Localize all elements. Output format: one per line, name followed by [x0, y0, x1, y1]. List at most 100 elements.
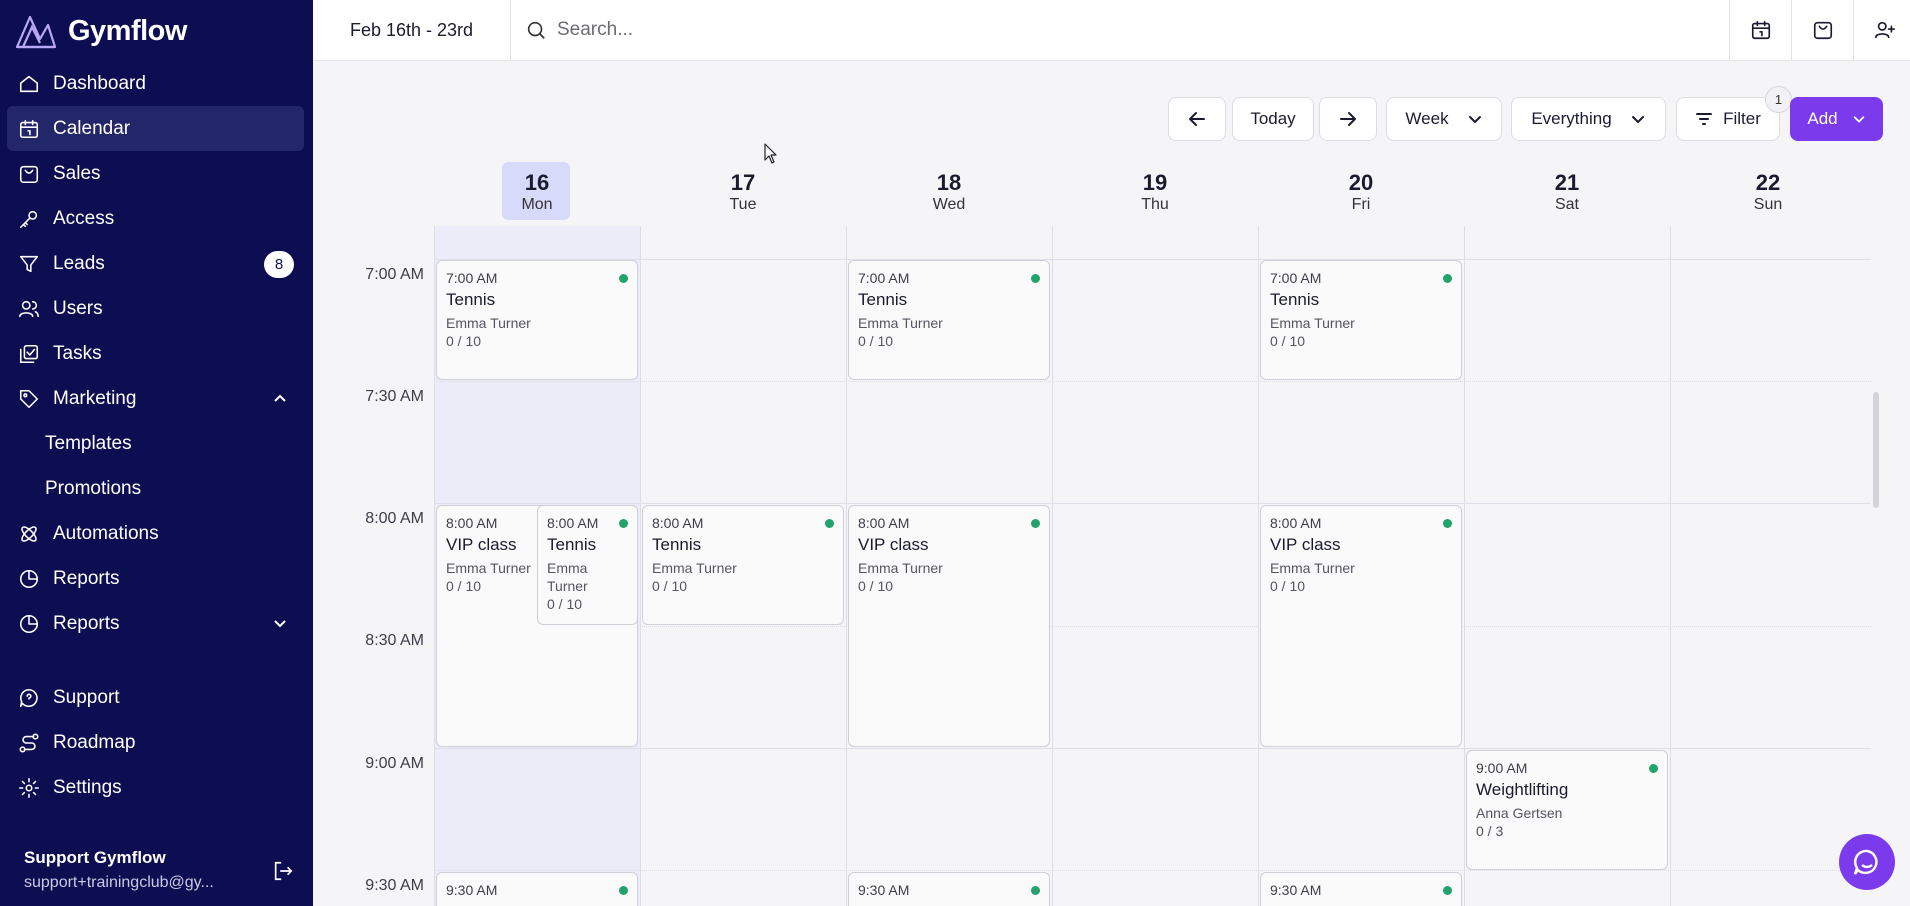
- sidebar-item-support[interactable]: Support: [7, 675, 304, 720]
- chevron-down-icon: [1631, 116, 1644, 123]
- day-name: Fri: [1351, 196, 1371, 213]
- top-calendar-button[interactable]: [1729, 0, 1791, 60]
- event-card[interactable]: 9:00 AM Weightlifting Anna Gertsen 0 / 3: [1466, 750, 1668, 870]
- search-input[interactable]: [557, 19, 1457, 41]
- sidebar-item-promotions[interactable]: Promotions: [7, 466, 304, 511]
- sidebar-item-settings[interactable]: Settings: [7, 765, 304, 810]
- day-header-mon[interactable]: 16 Mon: [434, 160, 640, 220]
- scope-select[interactable]: Everything: [1511, 97, 1666, 141]
- event-card[interactable]: 9:30 AM: [848, 872, 1050, 906]
- event-capacity: 0 / 10: [858, 578, 894, 595]
- event-time: 8:00 AM: [858, 515, 910, 531]
- logout-icon[interactable]: [272, 860, 296, 884]
- status-dot: [619, 274, 628, 283]
- date-range-label[interactable]: Feb 16th - 23rd: [313, 0, 511, 60]
- chat-support-button[interactable]: [1839, 834, 1895, 890]
- sidebar-item-label: Users: [53, 297, 103, 319]
- sidebar-item-access[interactable]: Access: [7, 196, 304, 241]
- calendar-grid[interactable]: 7:00 AM Tennis Emma Turner 0 / 10 7:00 A…: [434, 226, 1871, 906]
- day-name: Mon: [521, 196, 553, 213]
- home-icon: [17, 72, 41, 96]
- event-card[interactable]: 9:30 AM: [436, 872, 638, 906]
- sidebar-item-users[interactable]: Users: [7, 286, 304, 331]
- atom-icon: [17, 522, 41, 546]
- event-time: 7:00 AM: [446, 270, 498, 286]
- view-select[interactable]: Week: [1386, 97, 1502, 141]
- filter-button[interactable]: Filter: [1676, 97, 1780, 141]
- event-card[interactable]: 7:00 AM Tennis Emma Turner 0 / 10: [848, 260, 1050, 380]
- event-capacity: 0 / 10: [652, 578, 688, 595]
- event-time: 8:00 AM: [652, 515, 704, 531]
- app-name: Gymflow: [68, 14, 187, 47]
- event-card[interactable]: 8:00 AM Tennis Emma Turner 0 / 10: [642, 505, 844, 625]
- search-box[interactable]: [525, 14, 1525, 46]
- event-coach: Emma Turner: [446, 315, 531, 331]
- day-column-thu[interactable]: [1052, 226, 1258, 906]
- event-card[interactable]: 7:00 AM Tennis Emma Turner 0 / 10: [1260, 260, 1462, 380]
- event-card[interactable]: 8:00 AM VIP class Emma Turner 0 / 10: [1260, 505, 1462, 747]
- event-card[interactable]: 8:00 AM VIP class Emma Turner 0 / 10: [848, 505, 1050, 747]
- sidebar-item-label: Reports: [53, 612, 120, 634]
- day-header-tue[interactable]: 17 Tue: [640, 160, 846, 220]
- calendar-scrollbar[interactable]: [1873, 392, 1879, 508]
- sidebar-item-templates[interactable]: Templates: [7, 421, 304, 466]
- sidebar-item-marketing[interactable]: Marketing: [7, 376, 304, 421]
- gymflow-logo-icon: [15, 15, 57, 49]
- event-time: 7:00 AM: [858, 270, 910, 286]
- day-name: Sat: [1554, 196, 1579, 213]
- sidebar-item-label: Settings: [53, 776, 122, 798]
- sidebar-item-sales[interactable]: Sales: [7, 151, 304, 196]
- route-icon: [17, 731, 41, 755]
- day-header-sun[interactable]: 22 Sun: [1665, 160, 1871, 220]
- day-header-thu[interactable]: 19 Thu: [1052, 160, 1258, 220]
- filter-count-badge: 1: [1765, 86, 1792, 113]
- sidebar-item-tasks[interactable]: Tasks: [7, 331, 304, 376]
- sidebar-item-label: Sales: [53, 162, 101, 184]
- filter-button-label: Filter: [1723, 109, 1761, 128]
- event-time: 8:00 AM: [547, 515, 599, 531]
- sidebar-item-label: Reports: [53, 567, 120, 589]
- day-header-fri[interactable]: 20 Fri: [1258, 160, 1464, 220]
- event-card[interactable]: 8:00 AM Tennis Emma Turner 0 / 10: [537, 505, 638, 625]
- chevron-down-icon[interactable]: [270, 613, 290, 633]
- event-name: Tennis: [652, 535, 702, 554]
- event-coach: Emma Turner: [1270, 315, 1355, 331]
- user-email: support+trainingclub@gy...: [24, 874, 214, 891]
- event-capacity: 0 / 10: [1270, 578, 1306, 595]
- prev-week-button[interactable]: [1168, 97, 1226, 141]
- app-logo[interactable]: Gymflow: [14, 10, 187, 52]
- chevron-up-icon[interactable]: [270, 388, 290, 408]
- day-header-wed[interactable]: 18 Wed: [846, 160, 1052, 220]
- add-button[interactable]: Add: [1790, 97, 1883, 141]
- today-button[interactable]: Today: [1232, 97, 1314, 141]
- day-column-sun[interactable]: [1670, 226, 1871, 906]
- top-add-user-button[interactable]: [1853, 0, 1910, 60]
- day-header-sat[interactable]: 21 Sat: [1464, 160, 1670, 220]
- event-name: Tennis: [547, 535, 597, 554]
- sidebar-item-automations[interactable]: Automations: [7, 511, 304, 556]
- sidebar-item-roadmap[interactable]: Roadmap: [7, 720, 304, 765]
- add-button-label: Add: [1807, 109, 1838, 128]
- search-icon: [527, 21, 545, 39]
- sidebar-item-leads[interactable]: Leads 8: [7, 241, 304, 286]
- status-dot: [1031, 274, 1040, 283]
- next-week-button[interactable]: [1319, 97, 1377, 141]
- event-time: 9:30 AM: [858, 882, 910, 898]
- event-time: 9:30 AM: [1270, 882, 1322, 898]
- event-coach: Emma Turner: [547, 560, 588, 595]
- day-name: Tue: [729, 196, 757, 213]
- event-time: 8:00 AM: [1270, 515, 1322, 531]
- sidebar-item-reports[interactable]: Reports: [7, 556, 304, 601]
- sidebar-item-reports-group[interactable]: Reports: [7, 601, 304, 646]
- event-time: 9:30 AM: [446, 882, 498, 898]
- user-profile: Support Gymflow support+trainingclub@gy.…: [24, 848, 214, 892]
- pie-chart-icon: [17, 567, 41, 591]
- sidebar-item-calendar[interactable]: Calendar: [7, 106, 304, 151]
- funnel-icon: [17, 252, 41, 276]
- event-card[interactable]: 7:00 AM Tennis Emma Turner 0 / 10: [436, 260, 638, 380]
- status-dot: [1443, 519, 1452, 528]
- event-card[interactable]: 9:30 AM: [1260, 872, 1462, 906]
- chat-bubble-icon: [1853, 849, 1878, 875]
- top-shop-button[interactable]: [1791, 0, 1853, 60]
- sidebar-item-dashboard[interactable]: Dashboard: [7, 61, 304, 106]
